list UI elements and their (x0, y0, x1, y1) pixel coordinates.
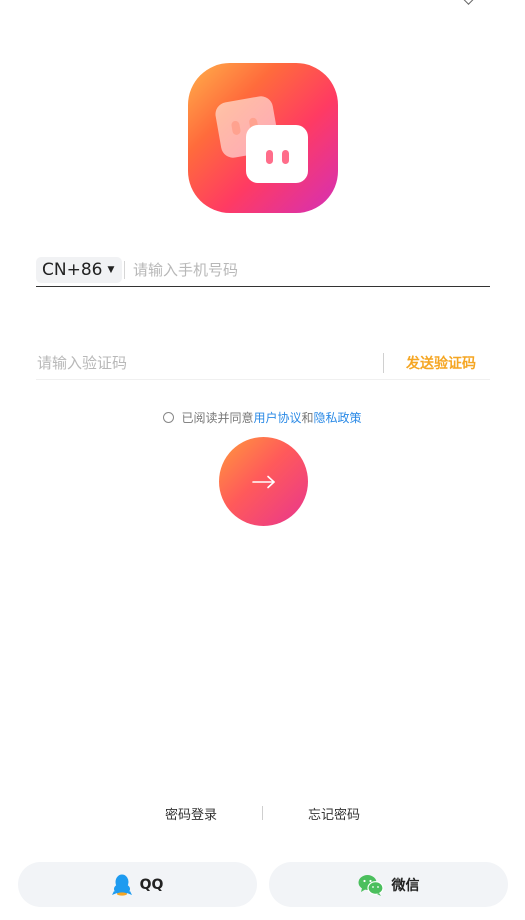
verification-code-input[interactable] (37, 352, 357, 374)
qq-label: QQ (139, 876, 164, 893)
corner-chevron-icon (462, 0, 475, 5)
divider (383, 353, 384, 373)
forgot-password-link[interactable]: 忘记密码 (308, 804, 360, 823)
wechat-icon (358, 874, 384, 896)
qq-icon (111, 874, 132, 896)
caret-down-icon: ▼ (107, 265, 115, 275)
phone-row: CN+86 ▼ (36, 255, 490, 287)
arrow-right-icon (251, 475, 275, 488)
agreement-conjunction: 和 (301, 411, 314, 425)
logo-front-card (246, 125, 308, 183)
bottom-links: 密码登录 忘记密码 (0, 804, 525, 824)
logo-eye (230, 120, 242, 136)
country-code-selector[interactable]: CN+86 ▼ (36, 257, 123, 283)
password-login-link[interactable]: 密码登录 (165, 804, 217, 823)
login-submit-button[interactable] (219, 437, 308, 526)
agreement-prefix: 已阅读并同意 (181, 411, 254, 425)
divider (262, 806, 263, 820)
country-code-label: CN+86 (42, 260, 103, 280)
agreement-row: 已阅读并同意 用户协议 和 隐私政策 (0, 409, 525, 426)
wechat-login-button[interactable]: 微信 (269, 862, 508, 907)
send-code-button[interactable]: 发送验证码 (406, 353, 476, 373)
logo-eye (282, 150, 289, 164)
wechat-label: 微信 (391, 877, 420, 894)
divider (124, 261, 125, 279)
logo-eye (266, 150, 273, 164)
qq-login-button[interactable]: QQ (18, 862, 257, 907)
privacy-policy-link[interactable]: 隐私政策 (314, 409, 362, 426)
app-logo (188, 63, 338, 213)
verification-row: 发送验证码 (36, 349, 490, 380)
user-agreement-link[interactable]: 用户协议 (253, 409, 301, 426)
phone-input[interactable] (133, 259, 473, 281)
agreement-radio[interactable] (163, 412, 175, 423)
